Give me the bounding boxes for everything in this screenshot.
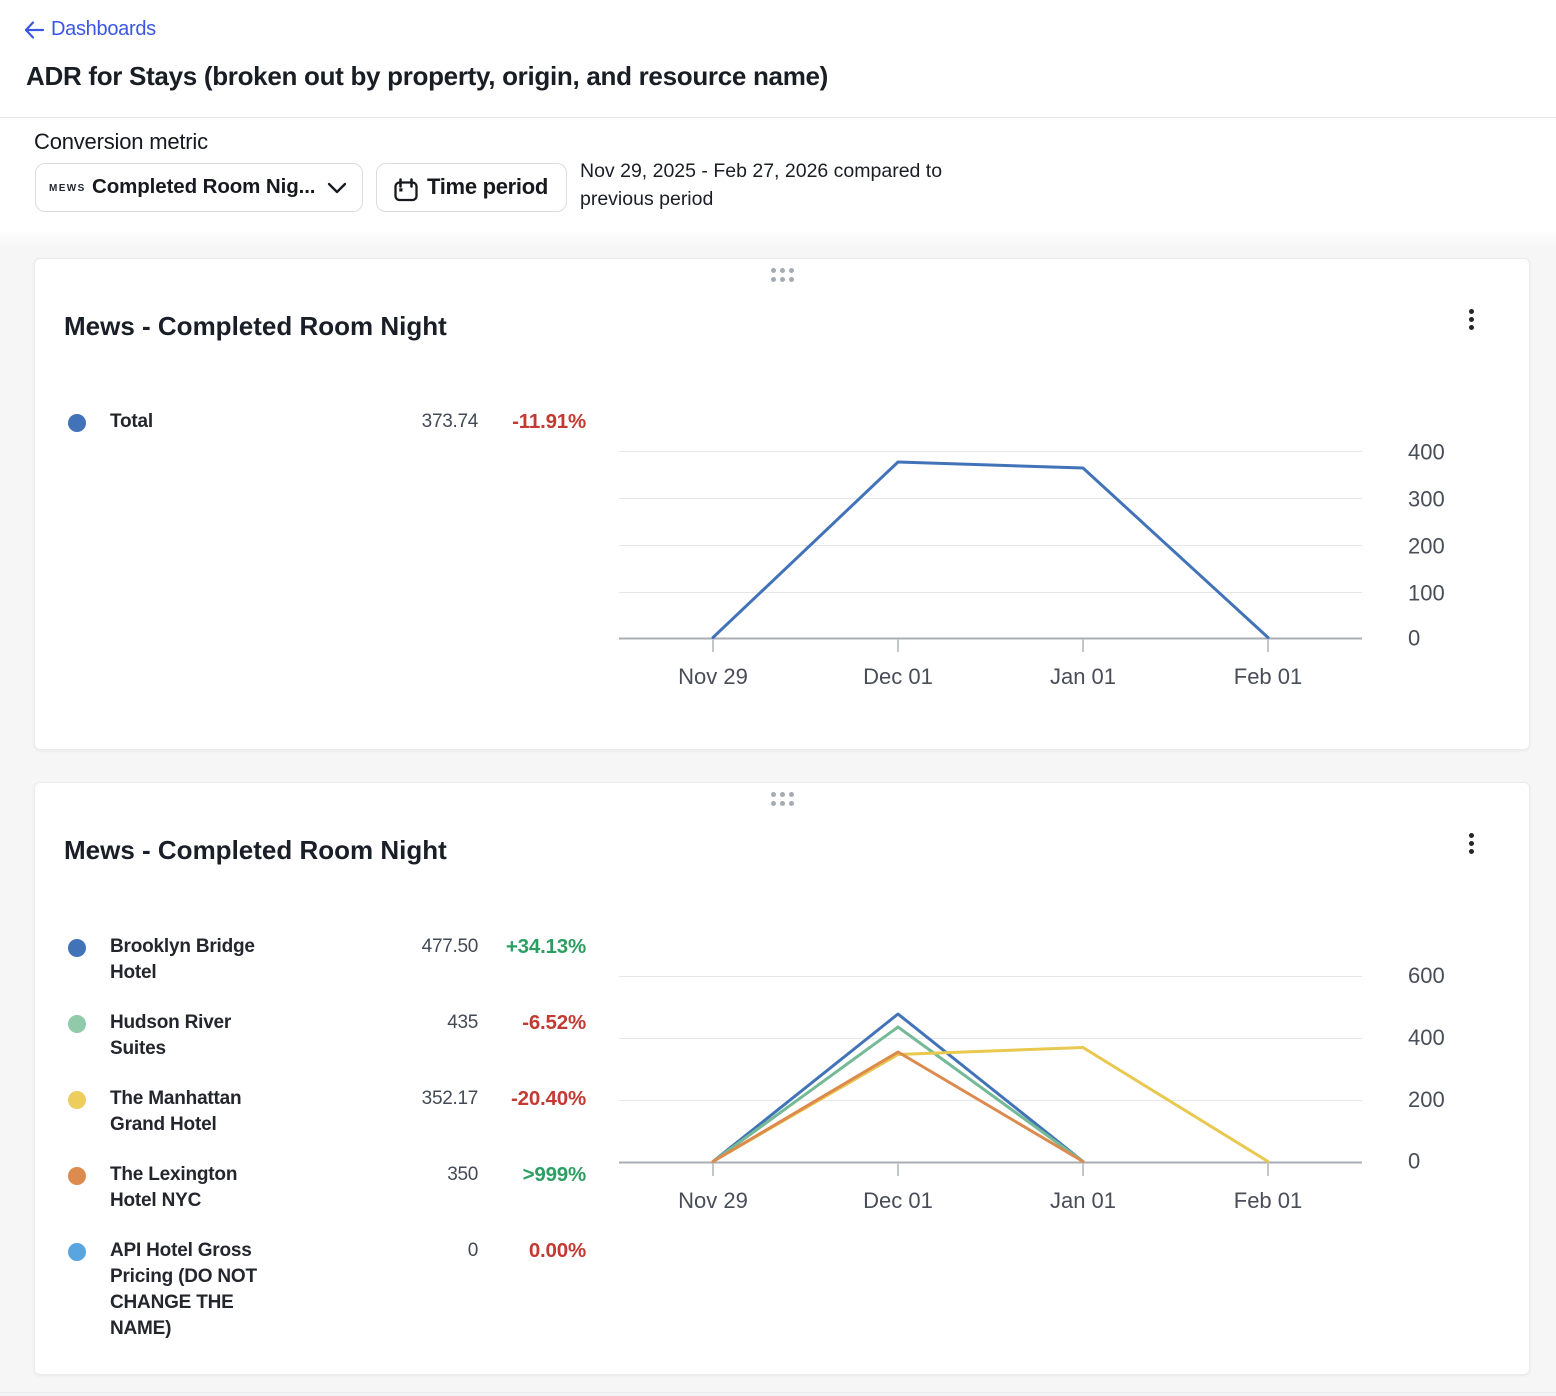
svg-text:200: 200 — [1408, 534, 1445, 559]
svg-text:300: 300 — [1408, 487, 1445, 512]
svg-text:Feb 01: Feb 01 — [1234, 664, 1303, 689]
svg-text:100: 100 — [1408, 581, 1445, 606]
svg-text:0: 0 — [1408, 626, 1420, 651]
svg-text:600: 600 — [1408, 963, 1445, 988]
svg-text:Nov 29: Nov 29 — [678, 664, 748, 689]
svg-text:200: 200 — [1408, 1087, 1445, 1112]
svg-text:0: 0 — [1408, 1149, 1420, 1174]
svg-text:Feb 01: Feb 01 — [1234, 1188, 1303, 1213]
svg-text:Nov 29: Nov 29 — [678, 1188, 748, 1213]
svg-text:Jan 01: Jan 01 — [1050, 664, 1116, 689]
svg-text:400: 400 — [1408, 440, 1445, 465]
svg-text:Dec 01: Dec 01 — [863, 664, 933, 689]
svg-text:Jan 01: Jan 01 — [1050, 1188, 1116, 1213]
svg-text:400: 400 — [1408, 1025, 1445, 1050]
svg-text:Dec 01: Dec 01 — [863, 1188, 933, 1213]
